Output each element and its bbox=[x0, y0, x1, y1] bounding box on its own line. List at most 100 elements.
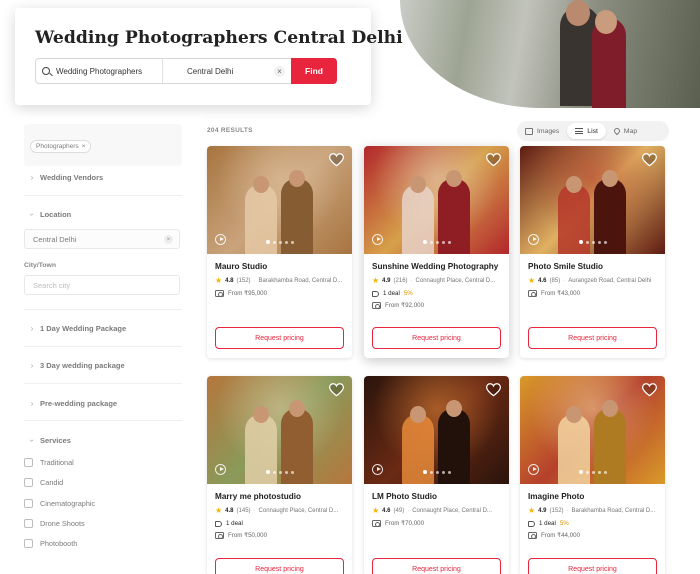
filter-section-pre-wedding[interactable]: › Pre-wedding package bbox=[24, 395, 182, 411]
vendor-price: From ₹95,000 bbox=[215, 290, 345, 298]
filter-section-3-day-package[interactable]: › 3 Day wedding package bbox=[24, 357, 182, 373]
vendor-photo[interactable] bbox=[364, 376, 509, 484]
section-label: Services bbox=[40, 435, 71, 445]
filter-section-location[interactable]: › Location bbox=[24, 206, 182, 222]
service-label: Cinematographic bbox=[40, 498, 96, 508]
filter-section-1-day-package[interactable]: › 1 Day Wedding Package bbox=[24, 320, 182, 336]
service-label: Drone Shoots bbox=[40, 518, 85, 528]
section-label: Wedding Vendors bbox=[40, 172, 104, 182]
vendor-name[interactable]: Sunshine Wedding Photography bbox=[372, 262, 502, 271]
view-list-button[interactable]: List bbox=[567, 123, 606, 139]
heart-icon[interactable] bbox=[642, 153, 657, 167]
carousel-dots[interactable] bbox=[364, 470, 509, 474]
price-value: From ₹50,000 bbox=[228, 532, 268, 539]
vendor-name[interactable]: Marry me photostudio bbox=[215, 492, 345, 501]
vendor-info: Imagine Photo ★ 4.9 (152) · Barakhamba R… bbox=[520, 484, 665, 540]
vendor-info: Mauro Studio ★ 4.8 (152) · Barakhamba Ro… bbox=[207, 254, 352, 298]
checkbox[interactable] bbox=[24, 457, 33, 467]
vendor-photo[interactable] bbox=[520, 376, 665, 484]
results-count: 204 RESULTS bbox=[207, 127, 253, 134]
checkbox[interactable] bbox=[24, 477, 33, 487]
carousel-dots[interactable] bbox=[207, 240, 352, 244]
section-label: 1 Day Wedding Package bbox=[40, 323, 127, 333]
vendor-card[interactable]: LM Photo Studio ★ 4.6 (49) · Connaught P… bbox=[364, 376, 509, 574]
find-button[interactable]: Find bbox=[291, 58, 337, 84]
vendor-card[interactable]: Photo Smile Studio ★ 4.6 (85) · Aurangze… bbox=[520, 146, 665, 358]
service-option[interactable]: Traditional bbox=[24, 456, 74, 468]
deal-label: 1 deal bbox=[539, 520, 556, 527]
checkbox[interactable] bbox=[24, 518, 33, 528]
price-value: From ₹70,000 bbox=[385, 520, 425, 527]
checkbox[interactable] bbox=[24, 498, 33, 508]
filter-section-vendors[interactable]: › Wedding Vendors bbox=[24, 169, 182, 185]
checkbox[interactable] bbox=[24, 538, 33, 548]
vendor-card[interactable]: Marry me photostudio ★ 4.8 (145) · Conna… bbox=[207, 376, 352, 574]
vendor-deal[interactable]: 1 deal 5% bbox=[372, 290, 502, 297]
view-label: Images bbox=[537, 127, 560, 135]
request-pricing-button[interactable]: Request pricing bbox=[215, 327, 344, 349]
vendor-deal[interactable]: 1 deal bbox=[215, 520, 345, 527]
chevron-right-icon: › bbox=[30, 398, 34, 408]
request-pricing-button[interactable]: Request pricing bbox=[528, 327, 657, 349]
vendor-meta: ★ 4.9 (216) · Connaught Place, Central D… bbox=[372, 277, 502, 285]
request-pricing-button[interactable]: Request pricing bbox=[528, 558, 657, 574]
vendor-price: From ₹44,000 bbox=[528, 532, 658, 540]
vendor-name[interactable]: Photo Smile Studio bbox=[528, 262, 658, 271]
service-option[interactable]: Cinematographic bbox=[24, 497, 95, 509]
camera-icon bbox=[528, 290, 537, 298]
view-label: List bbox=[587, 127, 598, 135]
tag-icon bbox=[528, 520, 535, 527]
vendor-photo[interactable] bbox=[207, 146, 352, 254]
carousel-dots[interactable] bbox=[520, 470, 665, 474]
view-images-button[interactable]: Images bbox=[517, 123, 567, 139]
grid-icon bbox=[525, 127, 533, 135]
heart-icon[interactable] bbox=[642, 383, 657, 397]
vendor-rating: 4.6 bbox=[538, 278, 547, 284]
vendor-photo[interactable] bbox=[364, 146, 509, 254]
location-input[interactable]: Central Delhi × bbox=[24, 229, 180, 249]
city-search-input[interactable]: Search city bbox=[24, 275, 180, 295]
search-category-input[interactable]: Wedding Photographers bbox=[36, 59, 163, 83]
clear-location-filter-icon[interactable]: × bbox=[164, 235, 173, 244]
vendor-card[interactable]: Imagine Photo ★ 4.9 (152) · Barakhamba R… bbox=[520, 376, 665, 574]
vendor-name[interactable]: Imagine Photo bbox=[528, 492, 658, 501]
star-icon: ★ bbox=[528, 507, 536, 515]
carousel-dots[interactable] bbox=[364, 240, 509, 244]
view-map-button[interactable]: Map bbox=[606, 123, 645, 139]
vendor-photo[interactable] bbox=[520, 146, 665, 254]
vendor-location: Aurangzeb Road, Central Delhi bbox=[568, 278, 652, 284]
remove-chip-icon[interactable]: × bbox=[82, 143, 86, 150]
vendor-card[interactable]: Mauro Studio ★ 4.8 (152) · Barakhamba Ro… bbox=[207, 146, 352, 358]
vendor-name[interactable]: LM Photo Studio bbox=[372, 492, 502, 501]
heart-icon[interactable] bbox=[486, 383, 501, 397]
vendor-photo[interactable] bbox=[207, 376, 352, 484]
heart-icon[interactable] bbox=[486, 153, 501, 167]
service-option[interactable]: Candid bbox=[24, 476, 63, 488]
review-count: (152) bbox=[236, 278, 251, 284]
heart-icon[interactable] bbox=[329, 383, 344, 397]
carousel-dots[interactable] bbox=[520, 240, 665, 244]
request-pricing-button[interactable]: Request pricing bbox=[215, 558, 344, 574]
carousel-dots[interactable] bbox=[207, 470, 352, 474]
filter-chip-photographers[interactable]: Photographers × bbox=[30, 140, 92, 153]
separator: · bbox=[253, 508, 256, 514]
request-pricing-button[interactable]: Request pricing bbox=[372, 327, 501, 349]
vendor-card[interactable]: Sunshine Wedding Photography ★ 4.9 (216)… bbox=[364, 146, 509, 358]
list-icon bbox=[575, 128, 584, 134]
camera-icon bbox=[528, 532, 537, 540]
search-category-value: Wedding Photographers bbox=[56, 66, 143, 76]
service-option[interactable]: Drone Shoots bbox=[24, 517, 85, 529]
filter-section-services[interactable]: › Services bbox=[24, 432, 182, 448]
page-title: Wedding Photographers Central Delhi bbox=[35, 28, 403, 48]
heart-icon[interactable] bbox=[329, 153, 344, 167]
service-option[interactable]: Photobooth bbox=[24, 537, 77, 549]
vendor-deal[interactable]: 1 deal 5% bbox=[528, 520, 658, 527]
clear-location-icon[interactable]: × bbox=[274, 66, 285, 77]
search-location-input[interactable]: Central Delhi × bbox=[163, 59, 291, 83]
vendor-rating: 4.8 bbox=[225, 508, 234, 514]
vendor-name[interactable]: Mauro Studio bbox=[215, 262, 345, 271]
request-pricing-button[interactable]: Request pricing bbox=[372, 558, 501, 574]
review-count: (49) bbox=[393, 508, 405, 514]
vendor-location: Barakhamba Road, Central D... bbox=[258, 278, 343, 284]
search-icon bbox=[42, 67, 50, 75]
